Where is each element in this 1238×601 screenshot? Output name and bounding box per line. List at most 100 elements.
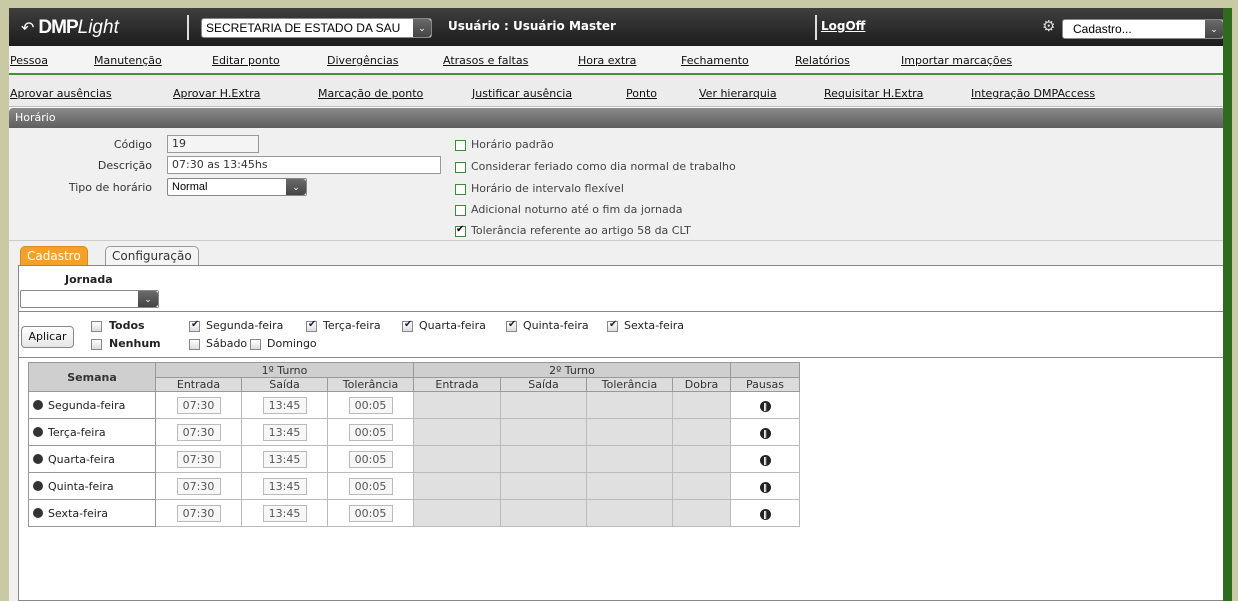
col-entrada-1: Entrada — [155, 377, 242, 392]
menu-item-editar-ponto[interactable]: Editar ponto — [212, 54, 280, 67]
entrada-field[interactable]: 07:30 — [176, 477, 221, 495]
nenhum-checkbox[interactable] — [91, 339, 102, 350]
pause-icon[interactable]: ‖ — [759, 427, 771, 439]
menu-item-ponto[interactable]: Ponto — [626, 87, 657, 100]
domingo-checkbox[interactable] — [250, 339, 261, 350]
day-cell[interactable]: Segunda-feira — [28, 391, 156, 419]
feriado-checkbox[interactable] — [455, 162, 466, 173]
tolerancia-field[interactable]: 00:05 — [348, 477, 393, 495]
saida-field[interactable]: 13:45 — [262, 504, 307, 522]
table-row: Quinta-feira 07:30 13:45 00:05 ‖ — [28, 472, 800, 500]
sabado-checkbox[interactable] — [189, 339, 200, 350]
codigo-label: Código — [113, 138, 152, 151]
tolerancia-field[interactable]: 00:05 — [348, 450, 393, 468]
sexta-checkbox[interactable] — [607, 319, 618, 332]
pause-icon[interactable]: ‖ — [759, 508, 771, 520]
saida-field[interactable]: 13:45 — [262, 396, 307, 414]
menu-item-justificar-ausencia[interactable]: Justificar ausência — [472, 87, 572, 100]
gear-icon[interactable]: ⚙ — [1042, 17, 1055, 35]
table-row: Terça-feira 07:30 13:45 00:05 ‖ — [28, 418, 800, 446]
menu-item-importar-marcacoes[interactable]: Importar marcações — [901, 54, 1012, 67]
segunda-checkbox[interactable] — [189, 319, 200, 332]
chevron-down-icon: ⌄ — [1205, 20, 1223, 38]
sabado-label: Sábado — [206, 337, 248, 350]
day-status-icon — [33, 453, 43, 464]
entrada-field[interactable]: 07:30 — [176, 423, 221, 441]
col-tolerancia-1: Tolerância — [327, 377, 414, 392]
adicional-noturno-label: Adicional noturno até o fim da jornada — [471, 203, 683, 216]
turno2-header: 2º Turno — [413, 362, 731, 378]
menu-item-requisitar-hextra[interactable]: Requisitar H.Extra — [824, 87, 923, 100]
table-row: Quarta-feira 07:30 13:45 00:05 ‖ — [28, 445, 800, 473]
table-row: Sexta-feira 07:30 13:45 00:05 ‖ — [28, 499, 800, 527]
saida-field[interactable]: 13:45 — [262, 450, 307, 468]
cadastro-select[interactable]: Cadastro... ⌄ — [1062, 19, 1224, 39]
entrada-field[interactable]: 07:30 — [176, 396, 221, 414]
todos-label: Todos — [109, 319, 145, 332]
apply-button[interactable]: Aplicar — [21, 326, 74, 348]
menu-item-relatorios[interactable]: Relatórios — [795, 54, 850, 67]
tab-configuracao[interactable]: Configuração — [105, 246, 199, 265]
saida-field[interactable]: 13:45 — [262, 423, 307, 441]
quinta-checkbox[interactable] — [506, 319, 517, 332]
menu-item-aprovar-ausencias[interactable]: Aprovar ausências — [10, 87, 112, 100]
saida-field[interactable]: 13:45 — [262, 477, 307, 495]
schedule-table: Semana 1º Turno 2º Turno Entrada Saída T… — [28, 362, 800, 527]
main-menu: Pessoa Manutenção Editar ponto Divergênc… — [9, 46, 1232, 75]
tolerancia-field[interactable]: 00:05 — [348, 396, 393, 414]
menu-item-atrasos-faltas[interactable]: Atrasos e faltas — [443, 54, 528, 67]
menu-item-divergencias[interactable]: Divergências — [327, 54, 398, 67]
pause-icon[interactable]: ‖ — [759, 400, 771, 412]
menu-item-ver-hierarquia[interactable]: Ver hierarquia — [699, 87, 777, 100]
day-cell[interactable]: Quinta-feira — [28, 472, 156, 500]
user-label: Usuário : Usuário Master — [448, 19, 616, 33]
tolerancia-field[interactable]: 00:05 — [348, 504, 393, 522]
tab-cadastro[interactable]: Cadastro — [20, 246, 88, 265]
chevron-down-icon: ⌄ — [286, 179, 306, 195]
chevron-down-icon: ⌄ — [413, 19, 431, 37]
menu-item-fechamento[interactable]: Fechamento — [681, 54, 749, 67]
panel-title: Horário — [9, 108, 1232, 128]
pausas-header-top — [730, 362, 800, 378]
logoff-link[interactable]: LogOff — [821, 19, 865, 33]
menu-item-manutencao[interactable]: Manutenção — [94, 54, 162, 67]
col-saida-1: Saída — [241, 377, 328, 392]
tipo-horario-select[interactable]: Normal ⌄ — [167, 178, 307, 196]
day-cell[interactable]: Terça-feira — [28, 418, 156, 446]
pause-icon[interactable]: ‖ — [759, 481, 771, 493]
adicional-noturno-checkbox[interactable] — [455, 205, 466, 216]
day-status-icon — [33, 507, 43, 518]
day-status-icon — [33, 480, 43, 491]
quarta-label: Quarta-feira — [419, 319, 486, 332]
jornada-select[interactable]: ⌄ — [20, 290, 159, 308]
jornada-section: Jornada ⌄ — [18, 265, 1224, 312]
feriado-label: Considerar feriado como dia normal de tr… — [471, 160, 736, 173]
menu-item-marcacao-ponto[interactable]: Marcação de ponto — [318, 87, 423, 100]
day-status-icon — [33, 426, 43, 437]
organization-select[interactable]: SECRETARIA DE ESTADO DA SAU ⌄ — [201, 18, 432, 38]
menu-item-hora-extra[interactable]: Hora extra — [578, 54, 636, 67]
semana-header: Semana — [28, 362, 156, 392]
terca-checkbox[interactable] — [306, 319, 317, 332]
entrada-field[interactable]: 07:30 — [176, 450, 221, 468]
col-pausas: Pausas — [730, 377, 800, 392]
quarta-checkbox[interactable] — [402, 319, 413, 332]
todos-checkbox[interactable] — [91, 321, 102, 332]
tolerancia-field[interactable]: 00:05 — [348, 423, 393, 441]
pause-icon[interactable]: ‖ — [759, 454, 771, 466]
segunda-label: Segunda-feira — [206, 319, 284, 332]
menu-item-pessoa[interactable]: Pessoa — [10, 54, 48, 67]
entrada-field[interactable]: 07:30 — [176, 504, 221, 522]
day-cell[interactable]: Sexta-feira — [28, 499, 156, 527]
descricao-field[interactable]: 07:30 as 13:45hs — [167, 156, 441, 174]
top-bar: ↶ DMPLight SECRETARIA DE ESTADO DA SAU ⌄ … — [9, 8, 1232, 46]
divider — [815, 15, 817, 40]
horario-padrao-checkbox[interactable] — [455, 140, 466, 151]
day-cell[interactable]: Quarta-feira — [28, 445, 156, 473]
tolerancia-clt-checkbox[interactable] — [455, 224, 466, 237]
menu-item-integracao-dmpaccess[interactable]: Integração DMPAccess — [971, 87, 1095, 100]
menu-item-aprovar-hextra[interactable]: Aprovar H.Extra — [173, 87, 260, 100]
codigo-field[interactable]: 19 — [167, 135, 259, 153]
horario-form: Código 19 Descrição 07:30 as 13:45hs Tip… — [9, 128, 1232, 241]
intervalo-flexivel-checkbox[interactable] — [455, 184, 466, 195]
